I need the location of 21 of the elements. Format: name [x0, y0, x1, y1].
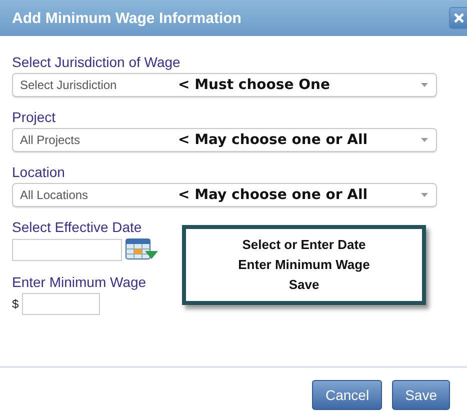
dropdown[interactable]: All Projects < May choose one or All [12, 128, 437, 152]
cancel-button[interactable]: Cancel [312, 380, 382, 410]
dropdown-value: All Projects [20, 133, 82, 147]
field-label: Project [12, 109, 57, 126]
dialog-title: Add Minimum Wage Information [12, 10, 242, 26]
callout-text: Save [288, 276, 320, 294]
dropdown[interactable]: Select Jurisdiction < Must choose One [12, 73, 437, 97]
field-label: Location [12, 164, 66, 181]
annotation-text: < May choose one or All [178, 132, 369, 148]
callout-text: Enter Minimum Wage [238, 256, 370, 274]
dropdown[interactable]: All Locations < May choose one or All [12, 183, 437, 207]
annotation-text: < May choose one or All [178, 187, 369, 203]
field-label: Select Jurisdiction of Wage [12, 54, 182, 71]
save-button[interactable]: Save [392, 380, 450, 410]
dropdown-value: All Locations [20, 188, 90, 202]
annotation-text: < Must choose One [178, 77, 331, 93]
field-label: Select Effective Date [12, 219, 143, 236]
currency-symbol: $ [12, 297, 19, 311]
dropdown-value: Select Jurisdiction [20, 78, 118, 92]
field-label: Enter Minimum Wage [12, 274, 148, 291]
callout-text: Select or Enter Date [242, 236, 366, 254]
